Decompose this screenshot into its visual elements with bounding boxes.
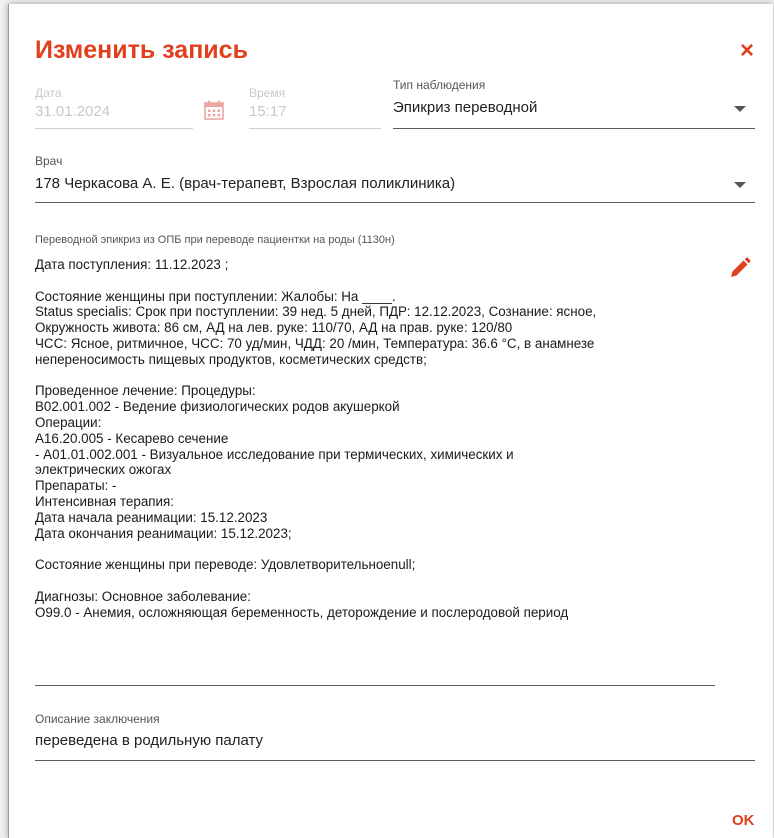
observation-type-label: Тип наблюдения — [393, 78, 486, 92]
time-underline — [249, 128, 381, 129]
epicrisis-text: Дата поступления: 11.12.2023 ; Состояние… — [35, 257, 597, 620]
close-icon[interactable]: × — [736, 39, 758, 63]
pencil-icon[interactable] — [728, 256, 752, 280]
date-label: Дата — [35, 86, 62, 100]
conclusion-label: Описание заключения — [35, 712, 160, 726]
date-field: 31.01.2024 — [35, 103, 111, 120]
time-field: 15:17 — [249, 103, 287, 120]
calendar-icon[interactable] — [203, 99, 225, 121]
epicrisis-underline — [35, 685, 715, 686]
conclusion-underline — [35, 760, 755, 761]
doctor-select[interactable]: 178 Черкасова А. Е. (врач-терапевт, Взро… — [35, 175, 455, 192]
conclusion-field[interactable]: переведена в родильную палату — [35, 732, 263, 749]
chevron-down-icon[interactable] — [734, 182, 746, 188]
doctor-label: Врач — [35, 154, 63, 168]
observation-type-underline — [393, 128, 755, 129]
chevron-down-icon[interactable] — [734, 106, 746, 112]
time-label: Время — [249, 86, 286, 100]
edit-record-dialog: Изменить запись × Дата 31.01.2024 Время … — [8, 4, 773, 838]
dialog-title: Изменить запись — [35, 36, 248, 64]
date-underline — [35, 128, 193, 129]
observation-type-select[interactable]: Эпикриз переводной — [393, 99, 537, 116]
epicrisis-caption: Переводной эпикриз из ОПБ при переводе п… — [35, 234, 395, 246]
ok-button[interactable]: OK — [732, 812, 755, 829]
doctor-underline — [35, 202, 755, 203]
